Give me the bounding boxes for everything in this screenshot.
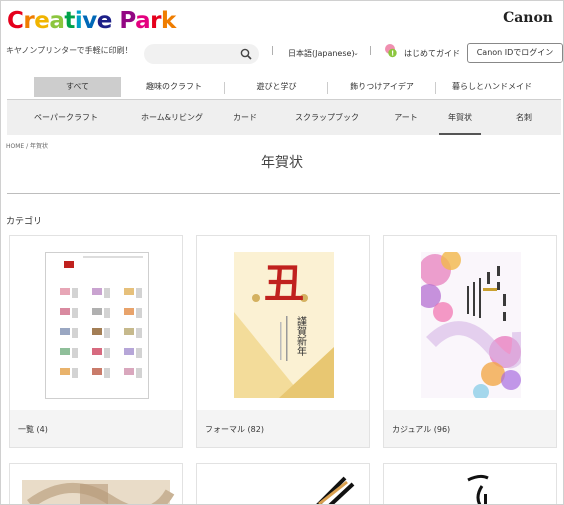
category-card-partial[interactable] xyxy=(196,463,370,504)
formal-greeting: 謹賀新年 xyxy=(295,315,307,357)
category-heading: カテゴリ xyxy=(6,217,43,227)
category-card-formal[interactable]: 丑 謹賀新年 フォーマル (82) xyxy=(196,235,370,448)
sub-nav-item-art[interactable]: アート xyxy=(387,100,425,135)
canon-brand-logo[interactable]: Canon xyxy=(503,10,553,26)
header-separator: | xyxy=(369,46,373,56)
main-nav-item-hobby-craft[interactable]: 趣味のクラフト xyxy=(129,77,219,97)
tagline: キヤノンプリンターで手軽に印刷！ xyxy=(6,46,133,55)
card-thumbnail-area xyxy=(384,236,556,410)
chevron-down-icon[interactable]: ⌄ xyxy=(353,49,359,57)
nav-divider xyxy=(327,82,328,94)
category-card-casual[interactable]: カジュアル (96) xyxy=(383,235,557,448)
formal-kanji: 丑 xyxy=(264,260,304,307)
category-card-partial[interactable] xyxy=(383,463,557,504)
category-card-list[interactable]: 一覧 (4) xyxy=(9,235,183,448)
nav-divider xyxy=(435,82,436,94)
main-nav-item-living-handmade[interactable]: 暮らしとハンドメイド xyxy=(437,77,547,97)
card-partial-thumbnail xyxy=(316,476,355,504)
main-nav-item-play-learn[interactable]: 遊びと学び xyxy=(229,77,324,97)
page: Creative Park Canon キヤノンプリンターで手軽に印刷！ | 日… xyxy=(0,0,564,505)
sub-nav-item-papercraft[interactable]: ペーパークラフト xyxy=(21,100,111,135)
card-partial-thumbnail xyxy=(22,480,175,504)
divider xyxy=(7,193,560,194)
sub-nav-item-home-living[interactable]: ホーム&リビング xyxy=(127,100,217,135)
svg-text:!: ! xyxy=(391,50,394,58)
sub-nav: ペーパークラフト ホーム&リビング カード スクラップブック アート 年賀状 名… xyxy=(7,100,561,135)
page-title: 年賀状 xyxy=(261,155,303,171)
breadcrumb[interactable]: HOME / 年賀状 xyxy=(6,141,48,150)
sub-nav-item-scrapbook[interactable]: スクラップブック xyxy=(287,100,367,135)
main-nav-item-all[interactable]: すべて xyxy=(34,77,121,97)
search-icon[interactable] xyxy=(240,48,252,60)
card-thumbnail-area: 丑 謹賀新年 xyxy=(197,236,369,410)
search-input[interactable] xyxy=(144,44,259,64)
card-casual-thumbnail xyxy=(421,252,521,398)
category-card-partial[interactable] xyxy=(9,463,183,504)
creative-park-logo[interactable]: Creative Park xyxy=(7,7,176,35)
card-partial-thumbnail xyxy=(467,474,489,504)
main-nav-item-decoration[interactable]: 飾りつけアイデア xyxy=(332,77,432,97)
guide-icon[interactable]: ! xyxy=(384,43,398,59)
card-list-thumbnail xyxy=(45,252,149,399)
card-label: カジュアル (96) xyxy=(392,425,451,434)
card-thumbnail-area xyxy=(10,236,182,410)
beginner-guide-link[interactable]: はじめてガイド xyxy=(404,48,460,59)
main-nav: すべて 趣味のクラフト 遊びと学び 飾りつけアイデア 暮らしとハンドメイド xyxy=(7,77,561,100)
card-formal-thumbnail: 丑 謹賀新年 xyxy=(234,252,334,398)
card-label: フォーマル (82) xyxy=(205,425,264,434)
sub-nav-item-business-card[interactable]: 名刺 xyxy=(507,100,541,135)
card-label: 一覧 (4) xyxy=(18,425,48,434)
sub-nav-item-card[interactable]: カード xyxy=(227,100,263,135)
canon-id-login-button[interactable]: Canon IDでログイン xyxy=(467,43,563,63)
language-select[interactable]: 日本語(Japanese) xyxy=(288,48,355,59)
header-separator: | xyxy=(271,46,275,56)
nav-divider xyxy=(224,82,225,94)
sub-nav-item-nengajo[interactable]: 年賀状 xyxy=(439,100,481,135)
